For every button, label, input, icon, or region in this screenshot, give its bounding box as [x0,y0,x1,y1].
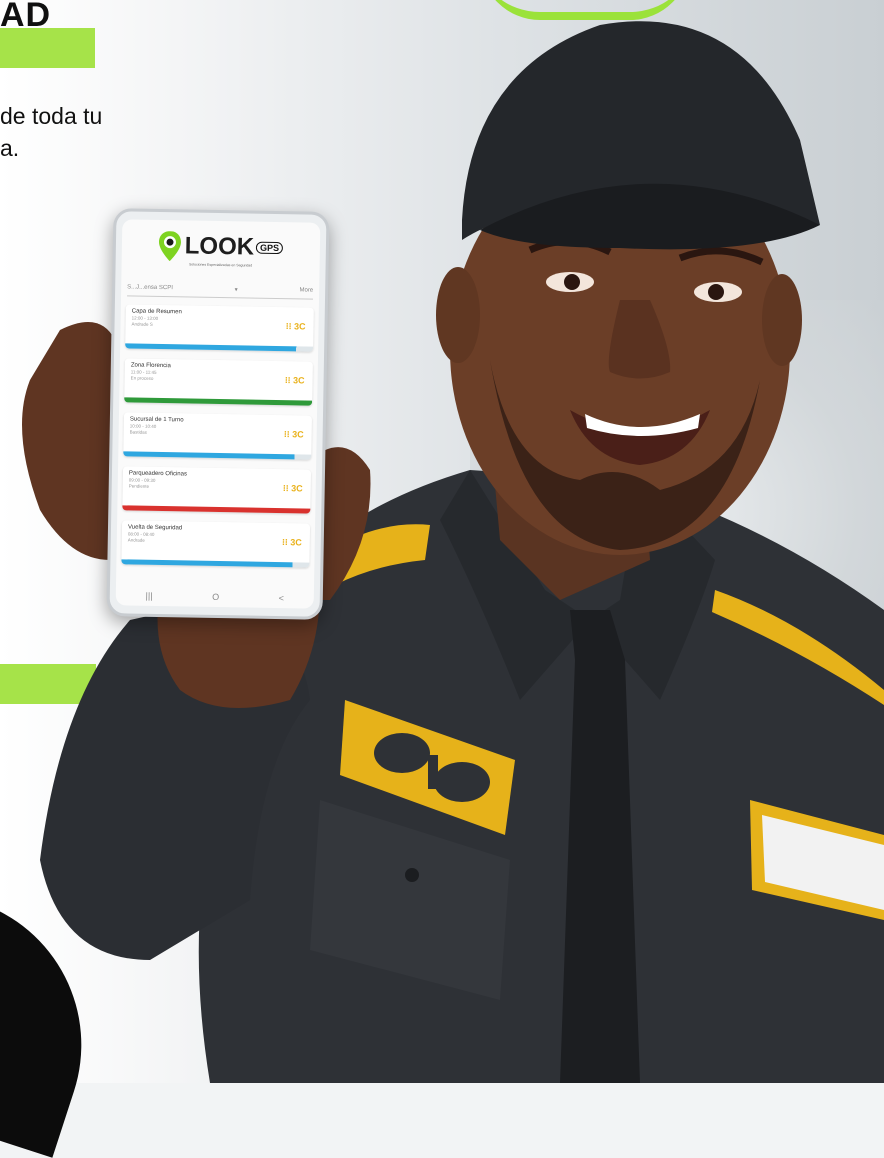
route-card[interactable]: Capa de Resumen 12:00 - 13:00 Andrade S ⁝⁝ … [125,304,314,352]
selector-more[interactable]: More [299,287,313,293]
recent-apps-icon[interactable]: ||| [146,591,153,601]
progress-percent: 91% [299,448,308,454]
status-icons: ⁝⁝ 3C [284,375,305,386]
logo-word: LOOK [184,232,255,261]
progress-percent: 0% [300,502,307,508]
smartphone: LOOK GPS Soluciones Especializadas en Se… [106,208,330,620]
chevron-down-icon: ▾ [234,286,238,293]
status-icons: ⁝⁝ 3C [283,429,304,440]
progress-bar [124,397,313,406]
route-card-list: Capa de Resumen 12:00 - 13:00 Andrade S ⁝⁝ … [116,304,319,568]
progress-percent: 91% [301,340,310,346]
route-card[interactable]: Vuelta de Seguridad 08:00 - 08:40 Andrade ⁝… [121,520,311,568]
location-pin-icon [158,231,181,262]
route-card[interactable]: Sucursal de 1 Turno 10:00 - 10:40 Bastidas… [123,412,312,460]
status-icons: ⁝⁝ 3C [282,483,303,494]
site-selector[interactable]: S...J...ensa SCPI ▾ More [127,279,314,300]
route-card[interactable]: Parqueadero Oficinas 09:00 - 09:30 Pendien… [122,466,312,514]
progress-bar [122,505,311,514]
selector-value: S...J...ensa SCPI [127,284,173,292]
progress-percent: 100% [298,394,309,400]
progress-bar [121,559,310,568]
progress-bar [125,343,314,352]
back-icon[interactable]: < [279,593,284,603]
status-icons: ⁝⁝ 3C [281,537,302,548]
logo-gps-badge: GPS [255,241,284,255]
progress-percent: 91% [297,556,306,562]
android-nav-bar: ||| O < [116,585,314,608]
route-card[interactable]: Zona Florencia 11:00 - 11:45 En proceso ⁝⁝ … [124,358,313,406]
status-icons: ⁝⁝ 3C [285,321,306,332]
progress-bar [123,451,312,460]
phone-screen: LOOK GPS Soluciones Especializadas en Se… [115,219,321,609]
home-icon[interactable]: O [212,592,219,602]
